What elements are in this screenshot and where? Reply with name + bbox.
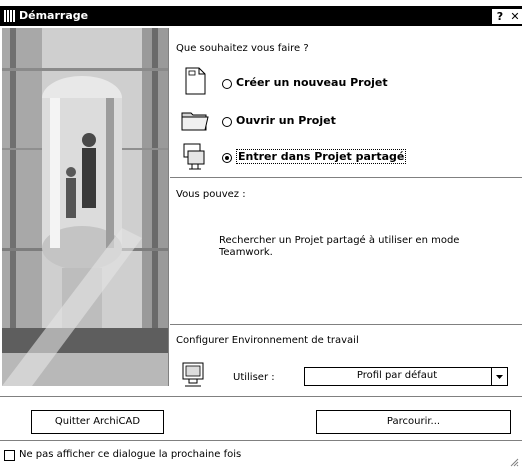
config-title: Configurer Environnement de travail — [176, 335, 359, 346]
join-shared-project-radio[interactable] — [222, 153, 232, 163]
open-project-radio[interactable] — [222, 117, 232, 127]
help-button[interactable]: ? — [492, 9, 508, 24]
chevron-down-icon — [496, 375, 503, 379]
dont-show-checkbox[interactable] — [4, 450, 15, 461]
elevator-illustration — [2, 28, 168, 386]
window-title: Démarrage — [19, 9, 89, 22]
archicad-app-icon — [4, 10, 15, 22]
dont-show-label[interactable]: Ne pas afficher ce dialogue la prochaine… — [19, 449, 241, 460]
elevator-photo — [2, 28, 169, 386]
create-project-radio[interactable] — [222, 79, 232, 89]
profile-value: Profil par défaut — [356, 370, 438, 381]
resize-grip-icon[interactable] — [507, 455, 519, 467]
dropdown-arrow[interactable] — [491, 368, 507, 385]
create-project-label[interactable]: Créer un nouveau Projet — [236, 76, 388, 89]
open-project-label[interactable]: Ouvrir un Projet — [236, 114, 336, 127]
startup-dialog: Démarrage ? ✕ Que souhaitez vous faire ?… — [0, 0, 522, 469]
folder-icon — [181, 112, 209, 131]
quit-archicad-button[interactable]: Quitter ArchiCAD — [31, 410, 164, 434]
document-icon — [185, 67, 206, 95]
divider — [170, 324, 522, 325]
divider — [170, 177, 522, 178]
question-label: Que souhaitez vous faire ? — [176, 43, 309, 54]
divider — [0, 396, 522, 397]
close-button[interactable]: ✕ — [507, 9, 522, 24]
browse-button[interactable]: Parcourir... — [316, 410, 511, 434]
divider — [0, 440, 522, 441]
teamwork-icon — [183, 143, 205, 170]
info-title: Vous pouvez : — [176, 189, 246, 200]
join-shared-project-label[interactable]: Entrer dans Projet partagé — [236, 149, 407, 164]
info-description: Rechercher un Projet partagé à utiliser … — [219, 235, 460, 258]
title-bar[interactable]: Démarrage ? ✕ — [0, 6, 522, 26]
profile-dropdown[interactable]: Profil par défaut — [304, 367, 508, 386]
use-label: Utiliser : — [233, 372, 275, 383]
workspace-profile-icon — [182, 362, 204, 387]
